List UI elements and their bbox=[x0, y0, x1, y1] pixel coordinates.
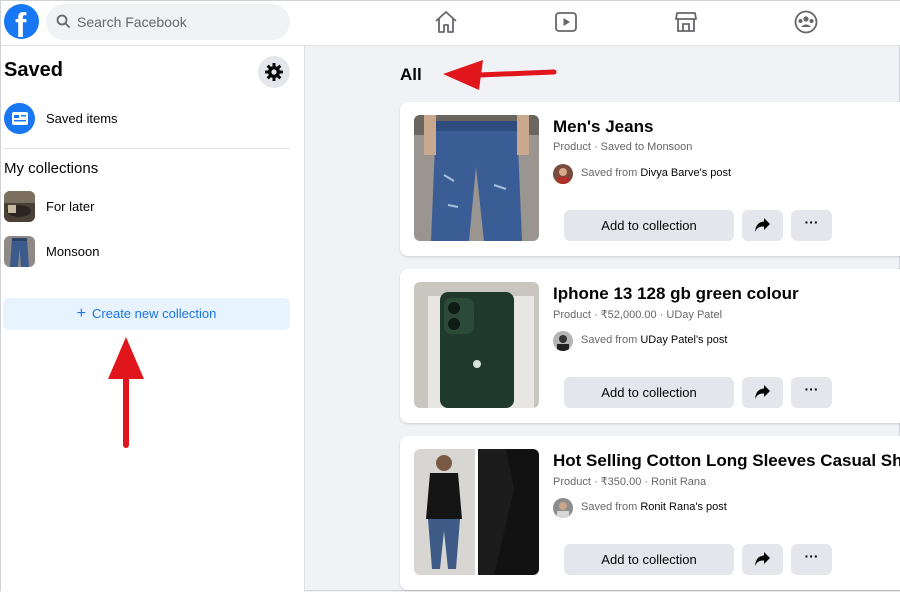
saved-from-text: Saved from UDay Patel's post bbox=[581, 334, 727, 346]
top-navigation-bar: f Search Facebook bbox=[1, 1, 900, 46]
share-icon bbox=[755, 385, 770, 399]
saved-from-text: Saved from Ronit Rana's post bbox=[581, 501, 727, 513]
avatar bbox=[553, 164, 573, 184]
product-image[interactable] bbox=[414, 115, 539, 241]
product-image[interactable] bbox=[414, 449, 539, 575]
add-to-collection-button[interactable]: Add to collection bbox=[564, 377, 734, 408]
sidebar-item-for-later[interactable]: For later bbox=[4, 191, 290, 223]
product-image[interactable] bbox=[414, 282, 539, 408]
source-post-link[interactable]: Ronit Rana's post bbox=[640, 501, 726, 513]
search-placeholder: Search Facebook bbox=[77, 14, 187, 30]
share-icon bbox=[755, 218, 770, 232]
add-to-collection-button[interactable]: Add to collection bbox=[564, 210, 734, 241]
collection-thumbnail bbox=[4, 191, 35, 222]
share-button[interactable] bbox=[742, 210, 783, 241]
share-button[interactable] bbox=[742, 377, 783, 408]
product-name[interactable]: Men's Jeans bbox=[553, 117, 900, 137]
saved-items-icon bbox=[4, 103, 35, 134]
saved-item-card[interactable]: Iphone 13 128 gb green colour Product · … bbox=[400, 269, 900, 423]
marketplace-icon[interactable] bbox=[673, 9, 699, 35]
create-collection-label: Create new collection bbox=[92, 306, 217, 321]
product-meta: Product · ₹350.00 · Ronit Rana bbox=[553, 476, 707, 488]
source-post-link[interactable]: UDay Patel's post bbox=[640, 334, 727, 346]
groups-icon[interactable] bbox=[793, 9, 819, 35]
saved-item-card[interactable]: Men's Jeans Product · Saved to Monsoon S… bbox=[400, 102, 900, 256]
saved-from-label: Saved from bbox=[581, 167, 638, 179]
more-options-button[interactable]: ··· bbox=[791, 544, 832, 575]
product-name[interactable]: Hot Selling Cotton Long Sleeves Casual S… bbox=[553, 451, 900, 471]
share-button[interactable] bbox=[742, 544, 783, 575]
annotation-arrow-left bbox=[443, 60, 557, 90]
more-options-button[interactable]: ··· bbox=[791, 210, 832, 241]
plus-icon: + bbox=[76, 305, 87, 322]
product-meta: Product · Saved to Monsoon bbox=[553, 141, 693, 153]
saved-items-label: Saved items bbox=[46, 111, 118, 126]
search-icon bbox=[56, 14, 70, 28]
share-icon bbox=[755, 552, 770, 566]
avatar bbox=[553, 498, 573, 518]
create-new-collection-button[interactable]: + Create new collection bbox=[3, 298, 290, 330]
saved-item-card[interactable]: Hot Selling Cotton Long Sleeves Casual S… bbox=[400, 436, 900, 590]
home-icon[interactable] bbox=[433, 9, 459, 35]
sidebar-title: Saved bbox=[4, 59, 63, 81]
annotation-arrow-up bbox=[108, 337, 144, 448]
divider bbox=[4, 148, 290, 149]
saved-from-text: Saved from Divya Barve's post bbox=[581, 167, 731, 179]
logo-letter: f bbox=[15, 7, 27, 39]
collection-label: Monsoon bbox=[46, 244, 100, 259]
source-post-link[interactable]: Divya Barve's post bbox=[640, 167, 731, 179]
settings-button[interactable] bbox=[258, 56, 290, 88]
collections-heading: My collections bbox=[4, 160, 99, 177]
avatar bbox=[553, 331, 573, 351]
saved-from-label: Saved from bbox=[581, 501, 638, 513]
page-title: All bbox=[400, 65, 422, 84]
product-meta: Product · ₹52,000.00 · UDay Patel bbox=[553, 309, 723, 321]
sidebar-item-monsoon[interactable]: Monsoon bbox=[4, 236, 290, 268]
add-to-collection-button[interactable]: Add to collection bbox=[564, 544, 734, 575]
gear-icon bbox=[265, 63, 283, 81]
search-input[interactable]: Search Facebook bbox=[46, 4, 290, 40]
sidebar-item-saved-items[interactable]: Saved items bbox=[4, 103, 290, 135]
collection-label: For later bbox=[46, 199, 95, 214]
saved-sidebar: Saved Saved items My collections For lat… bbox=[1, 46, 305, 592]
collection-thumbnail bbox=[4, 236, 35, 267]
saved-from-label: Saved from bbox=[581, 334, 638, 346]
facebook-logo[interactable]: f bbox=[4, 4, 39, 39]
more-options-button[interactable]: ··· bbox=[791, 377, 832, 408]
product-name[interactable]: Iphone 13 128 gb green colour bbox=[553, 284, 900, 304]
watch-icon[interactable] bbox=[553, 9, 579, 35]
